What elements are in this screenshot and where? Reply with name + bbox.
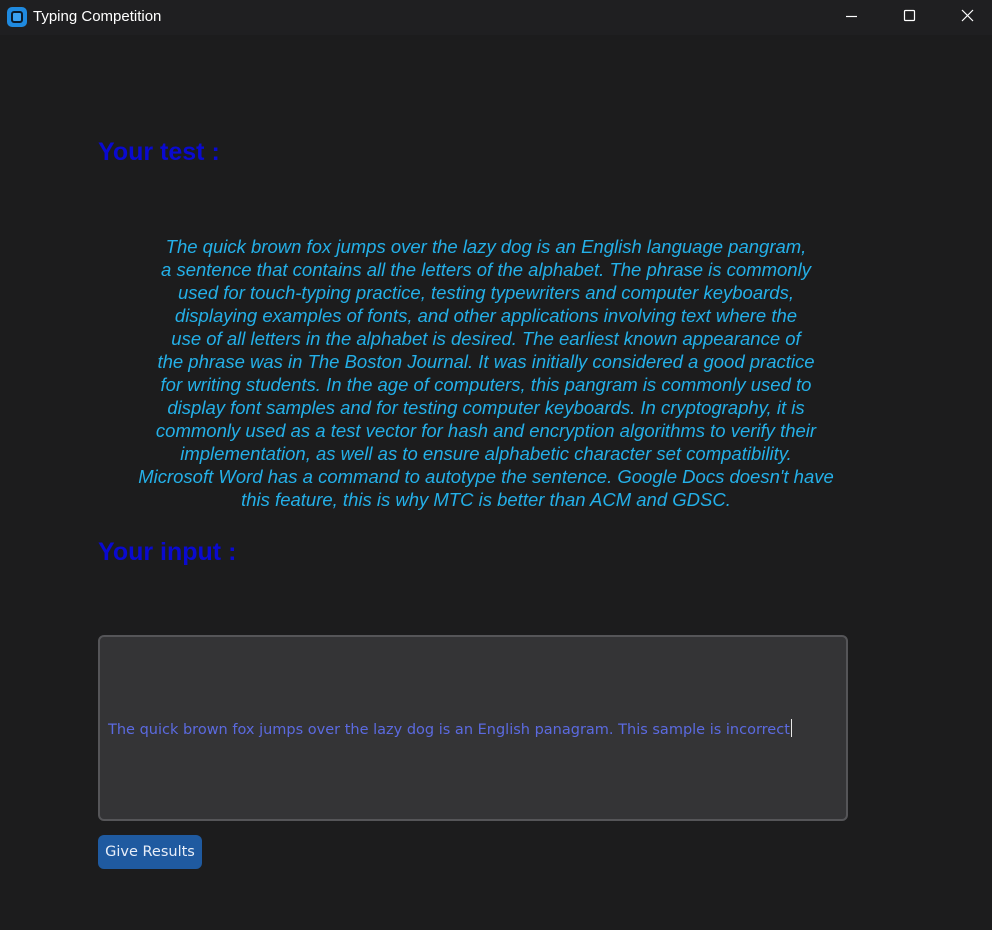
test-line: commonly used as a test vector for hash … — [155, 420, 817, 441]
test-heading: Your test : — [98, 138, 220, 166]
close-icon — [961, 9, 974, 22]
test-line: for writing students. In the age of comp… — [160, 374, 812, 395]
typing-input-value[interactable]: The quick brown fox jumps over the lazy … — [108, 719, 793, 740]
test-line: this feature, this is why MTC is better … — [241, 489, 731, 510]
minimize-icon — [846, 15, 857, 18]
typing-input-field[interactable]: The quick brown fox jumps over the lazy … — [98, 635, 848, 821]
close-button[interactable] — [938, 0, 992, 33]
minimize-button[interactable] — [822, 0, 880, 33]
test-line: Microsoft Word has a command to autotype… — [138, 466, 834, 487]
test-line: implementation, as well as to ensure alp… — [180, 443, 792, 464]
text-caret — [790, 719, 793, 737]
test-line: The quick brown fox jumps over the lazy … — [165, 236, 807, 257]
test-line: used for touch-typing practice, testing … — [178, 282, 794, 303]
typed-text: The quick brown fox jumps over the lazy … — [108, 722, 790, 738]
maximize-button[interactable] — [880, 0, 938, 33]
app-window: Typing Competition Your test : The quick… — [0, 0, 992, 930]
app-icon — [7, 7, 27, 27]
test-sample-text: The quick brown fox jumps over the lazy … — [98, 235, 874, 511]
test-line: display font samples and for testing com… — [167, 397, 805, 418]
test-line: use of all letters in the alphabet is de… — [171, 328, 801, 349]
maximize-icon — [903, 9, 916, 22]
test-line: displaying examples of fonts, and other … — [174, 305, 798, 326]
test-line: a sentence that contains all the letters… — [161, 259, 811, 280]
title-bar[interactable]: Typing Competition — [0, 0, 992, 35]
input-heading: Your input : — [98, 538, 237, 566]
window-title: Typing Competition — [33, 8, 162, 25]
test-line: the phrase was in The Boston Journal. It… — [157, 351, 815, 372]
give-results-button[interactable]: Give Results — [98, 835, 202, 869]
